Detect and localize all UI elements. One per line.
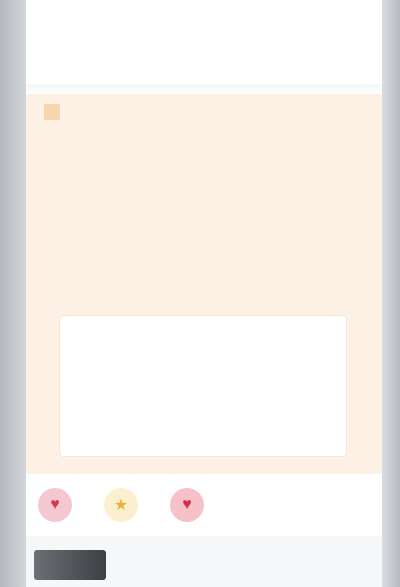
category-tag — [44, 104, 60, 120]
heart-icon[interactable]: ♥ — [170, 488, 204, 522]
quoted-box[interactable] — [60, 316, 346, 456]
right-edge — [382, 0, 400, 587]
left-edge — [0, 0, 26, 587]
bottom-bar — [26, 536, 382, 587]
divider — [26, 84, 382, 94]
page-content: ♥ ★ ♥ — [26, 0, 382, 587]
post-card — [26, 94, 382, 474]
heart-icon[interactable]: ♥ — [38, 488, 72, 522]
star-icon[interactable]: ★ — [104, 488, 138, 522]
thumbnail-image[interactable] — [34, 550, 106, 580]
reaction-bar: ♥ ★ ♥ — [38, 488, 378, 522]
